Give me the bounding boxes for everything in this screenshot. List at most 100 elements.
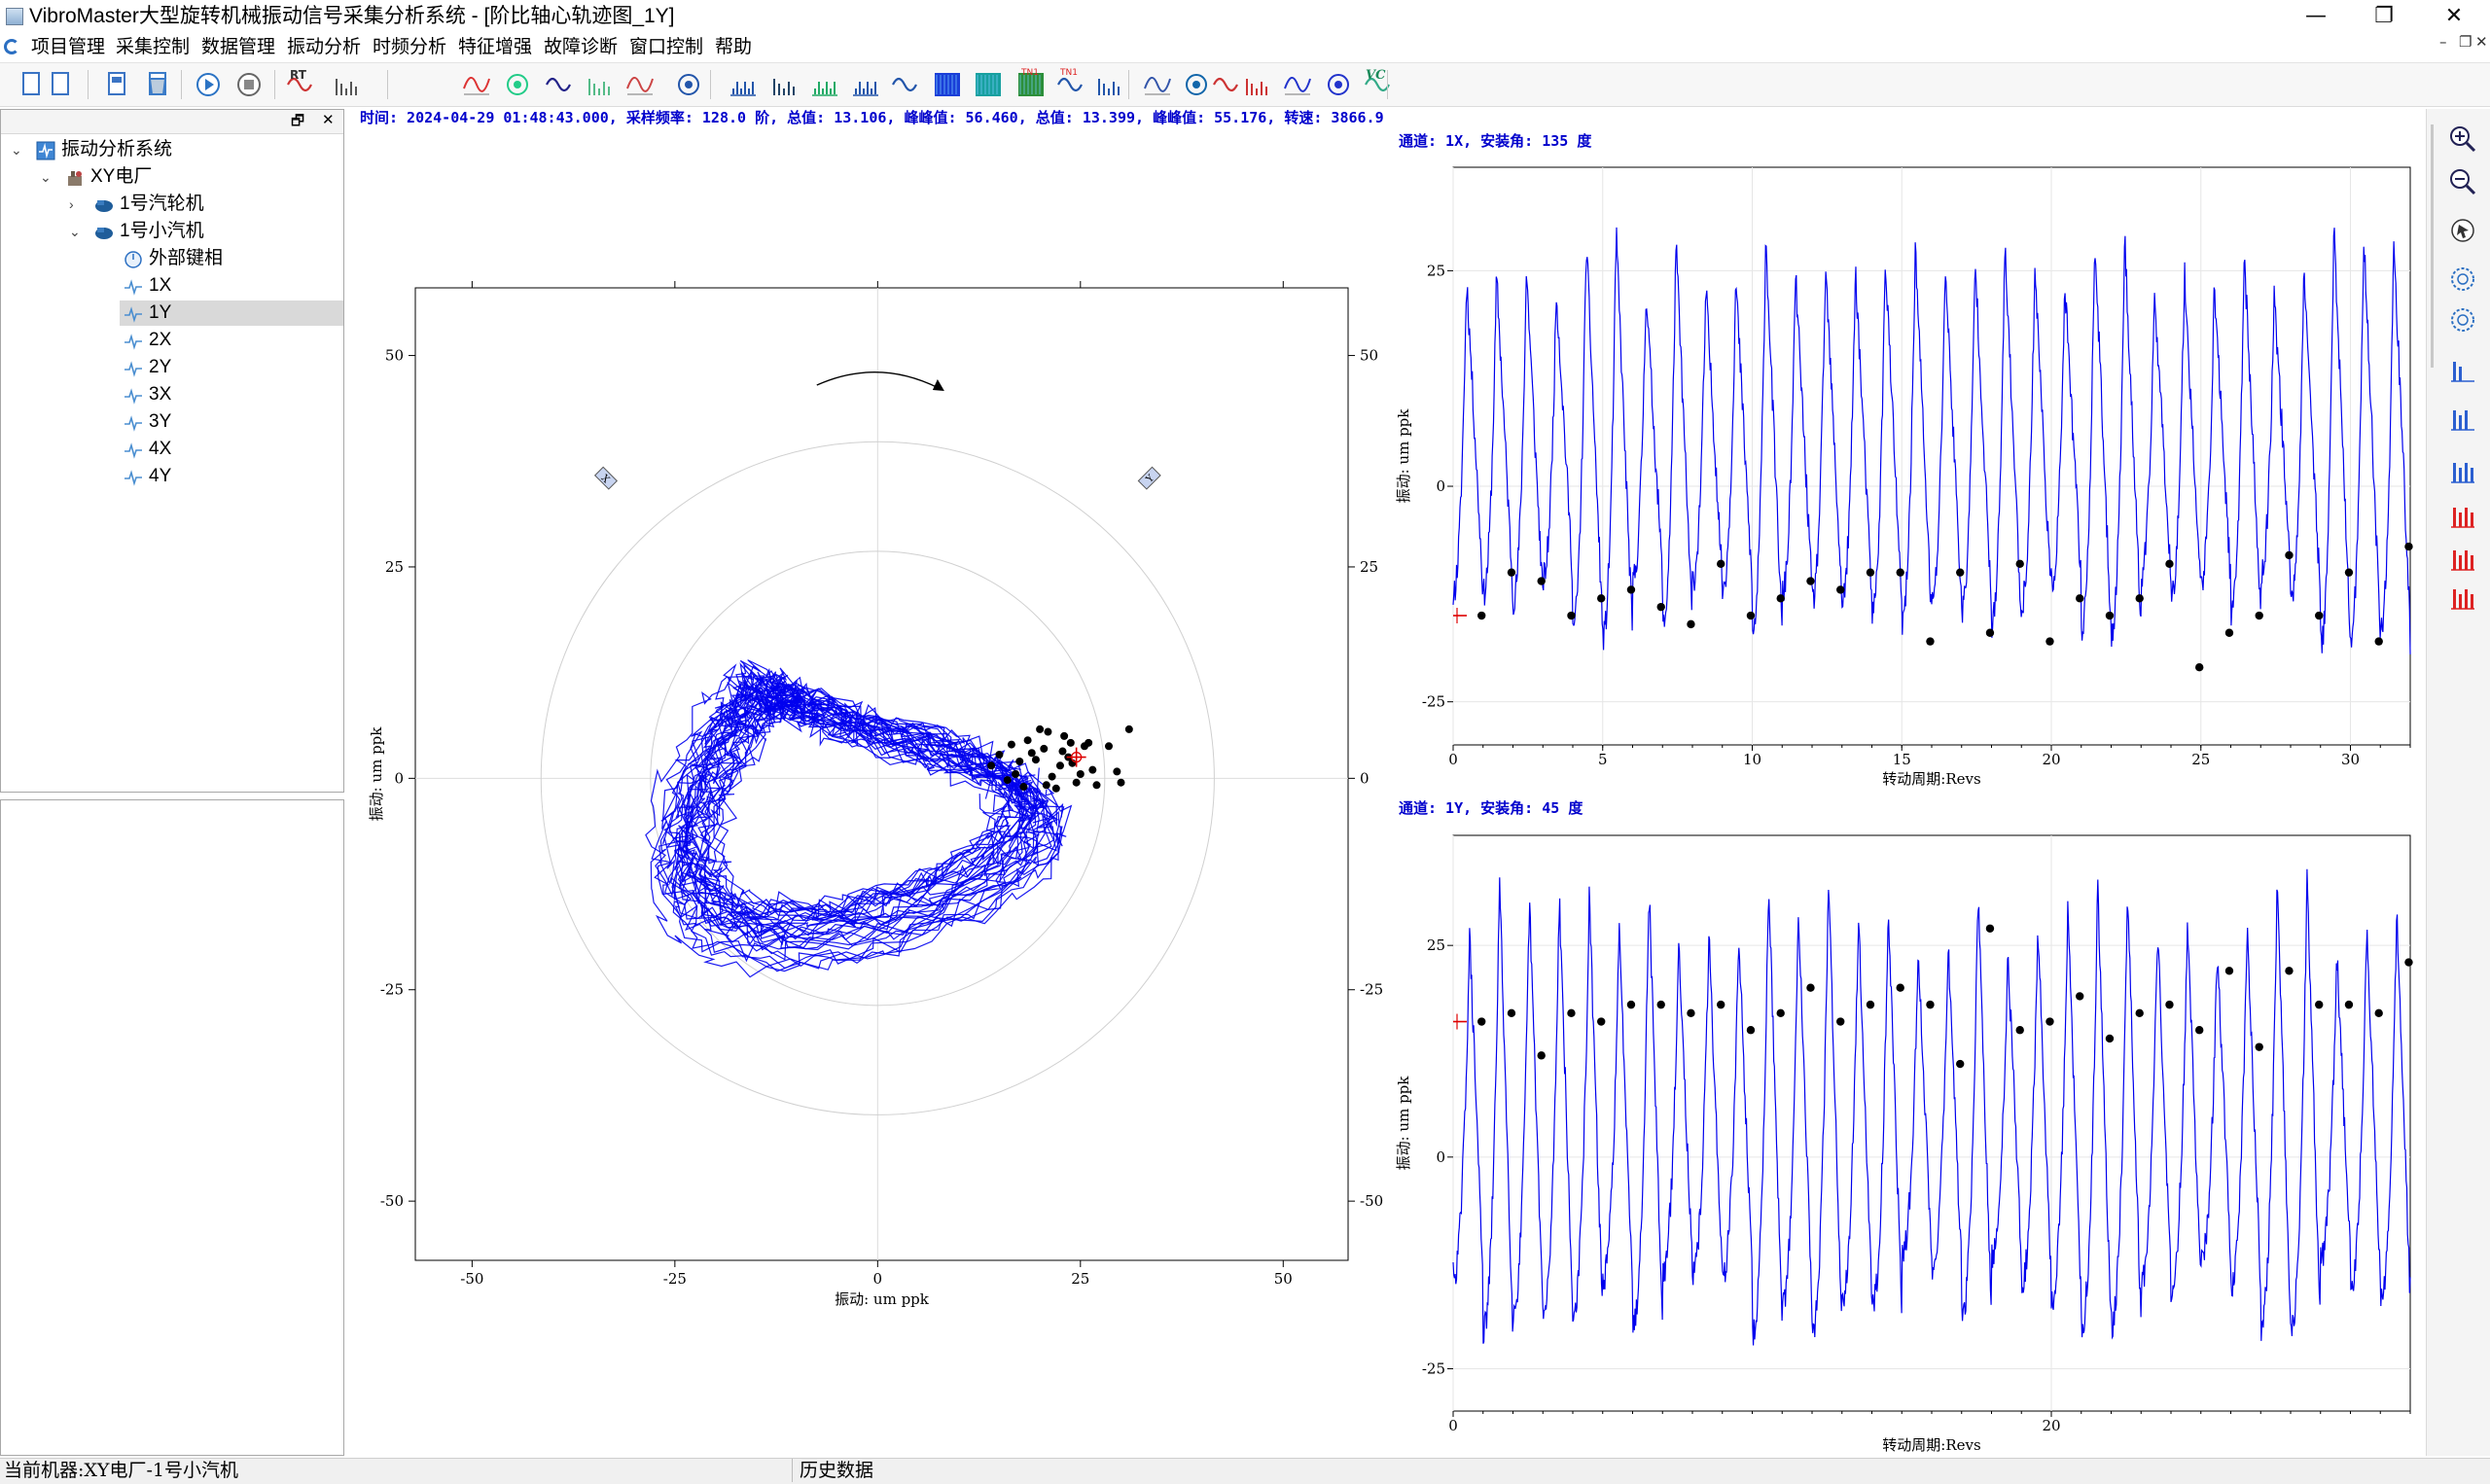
circle-grid-icon[interactable] [2448, 265, 2477, 294]
waveform-frame [1452, 166, 2411, 746]
orbit-trace [651, 679, 1023, 943]
tree-item-1[interactable]: ⌄ 振动分析系统 [1, 137, 343, 162]
tree-item-13[interactable]: 4Y [120, 464, 343, 489]
tree-item-4[interactable]: ⌄ 1号小汽机 [1, 219, 343, 244]
properties-panel [0, 799, 344, 1456]
tree-item-9[interactable]: 2Y [120, 355, 343, 380]
menu-timefreq[interactable]: 时频分析 [373, 35, 446, 60]
chevron-down-icon[interactable]: ⌄ [69, 219, 81, 244]
bar-wide-icon[interactable] [2448, 582, 2477, 611]
menu-vibration[interactable]: 振动分析 [287, 35, 361, 60]
open-project-icon[interactable] [45, 69, 76, 100]
menu-project[interactable]: 项目管理 [31, 35, 105, 60]
zoom-out-icon[interactable] [2448, 167, 2477, 196]
mdi-close-button[interactable]: ✕ [2475, 33, 2488, 51]
tree-item-8[interactable]: 2X [120, 328, 343, 353]
tree-item-7[interactable]: 1Y [120, 300, 343, 326]
system-icon [36, 141, 55, 160]
settings-icon[interactable] [2448, 305, 2477, 335]
start-acquisition-icon[interactable] [193, 69, 224, 100]
tree-item-3[interactable]: › 1号汽轮机 [1, 192, 343, 217]
waveform-xtick-label: 20 [2042, 751, 2060, 768]
tree-item-10[interactable]: 3X [120, 382, 343, 407]
wavelet-icon[interactable] [973, 69, 1004, 100]
keyphasor-dot [1656, 1000, 1665, 1009]
waveform-xtick-label: 5 [1598, 751, 1608, 768]
stft-icon[interactable] [932, 69, 963, 100]
shaft-orbit-icon[interactable] [1142, 69, 1173, 100]
multi-spectrum-icon[interactable] [850, 69, 881, 100]
keyphasor-dot [1626, 1000, 1636, 1009]
menu-help[interactable]: 帮助 [715, 35, 752, 60]
keyphasor-dot [2285, 967, 2294, 975]
chevron-right-icon[interactable]: › [69, 192, 74, 217]
trend-icon[interactable] [461, 69, 492, 100]
spectrum-icon[interactable] [728, 69, 759, 100]
multi-waveform-icon[interactable] [889, 69, 920, 100]
bar-red-icon[interactable] [2448, 500, 2477, 529]
keyphasor-dot [2255, 611, 2263, 620]
menu-data[interactable]: 数据管理 [201, 35, 275, 60]
bode-icon[interactable] [543, 69, 574, 100]
bar-multi-icon[interactable] [2448, 403, 2477, 432]
menu-diagnosis[interactable]: 故障诊断 [544, 35, 618, 60]
zoom-in-icon[interactable] [2448, 124, 2477, 154]
orbit-ytick-label-right: 25 [1360, 558, 1378, 576]
orbit-xtick-label: -25 [663, 1270, 687, 1288]
menu-window[interactable]: 窗口控制 [629, 35, 703, 60]
right-scrollbar[interactable] [2431, 124, 2434, 368]
keyphasor-dot [2195, 1026, 2204, 1035]
tree-item-5[interactable]: 外部键相 [120, 246, 343, 271]
orbit-icon[interactable] [624, 69, 656, 100]
delete-icon[interactable] [142, 69, 173, 100]
envelope-icon[interactable] [1241, 69, 1272, 100]
keyphasor-dot [1956, 1059, 1965, 1069]
plant-icon [65, 168, 83, 186]
title-bar: VibroMaster大型旋转机械振动信号采集分析系统 - [阶比轴心轨迹图_1… [0, 0, 2490, 33]
tree-item-11[interactable]: 3Y [120, 409, 343, 435]
mdi-minimize-button[interactable]: – [2439, 33, 2447, 51]
multi-trend-icon[interactable] [502, 69, 533, 100]
orbit-plot: -50 -25 0 25 50 -50 -50 -25 -25 0 0 25 25 50 50 振动: um … [368, 281, 1383, 1308]
bar-stack-icon[interactable] [2448, 543, 2477, 572]
panel-header: 🗗 ✕ [1, 110, 343, 134]
save-icon[interactable] [101, 69, 132, 100]
menu-acquire[interactable]: 采集控制 [116, 35, 190, 60]
keyphasor-dot [2135, 1008, 2144, 1018]
tree-item-6[interactable]: 1X [120, 273, 343, 299]
keyphasor-dot [1717, 1000, 1725, 1009]
mdi-restore-button[interactable]: ❐ [2459, 33, 2472, 51]
cepstrum-icon[interactable] [1323, 69, 1354, 100]
keyphasor-dot [1012, 770, 1020, 778]
new-project-icon[interactable] [16, 69, 47, 100]
tree-item-2[interactable]: ⌄ XY电厂 [1, 164, 343, 190]
cursor-ring [1070, 751, 1083, 763]
chevron-down-icon[interactable]: ⌄ [11, 137, 22, 162]
chevron-down-icon[interactable]: ⌄ [40, 164, 52, 190]
menu-feature[interactable]: 特征增强 [458, 35, 532, 60]
waveform-icon[interactable] [673, 69, 704, 100]
order-spectrum-icon[interactable] [1093, 69, 1124, 100]
keyphasor-dot [1717, 559, 1725, 569]
filter-icon[interactable] [1210, 69, 1241, 100]
panel-close-icon[interactable]: ✕ [322, 111, 335, 128]
pointer-icon[interactable] [2448, 216, 2477, 245]
keyphasor-dot [1926, 1000, 1935, 1009]
panel-float-icon[interactable]: 🗗 [291, 111, 304, 135]
tn1-label: TN1 [1060, 68, 1078, 78]
cascade-icon[interactable] [809, 69, 840, 100]
waveform-xtick-label: 0 [1448, 1417, 1458, 1434]
restore-button[interactable]: ❐ [2350, 0, 2418, 33]
hilbert-icon[interactable] [1282, 69, 1313, 100]
full-spectrum-icon[interactable] [1181, 69, 1212, 100]
waterfall-icon[interactable] [768, 69, 800, 100]
tn1-label: TN1 [1021, 68, 1039, 78]
bar-single-icon[interactable] [2448, 354, 2477, 383]
tree-item-12[interactable]: 4X [120, 437, 343, 462]
minimize-button[interactable]: — [2282, 0, 2350, 33]
polar-icon[interactable] [584, 69, 615, 100]
stop-acquisition-icon[interactable] [233, 69, 265, 100]
bar-group-icon[interactable] [2448, 455, 2477, 484]
close-button[interactable]: ✕ [2420, 0, 2488, 33]
history-icon[interactable] [331, 69, 362, 100]
